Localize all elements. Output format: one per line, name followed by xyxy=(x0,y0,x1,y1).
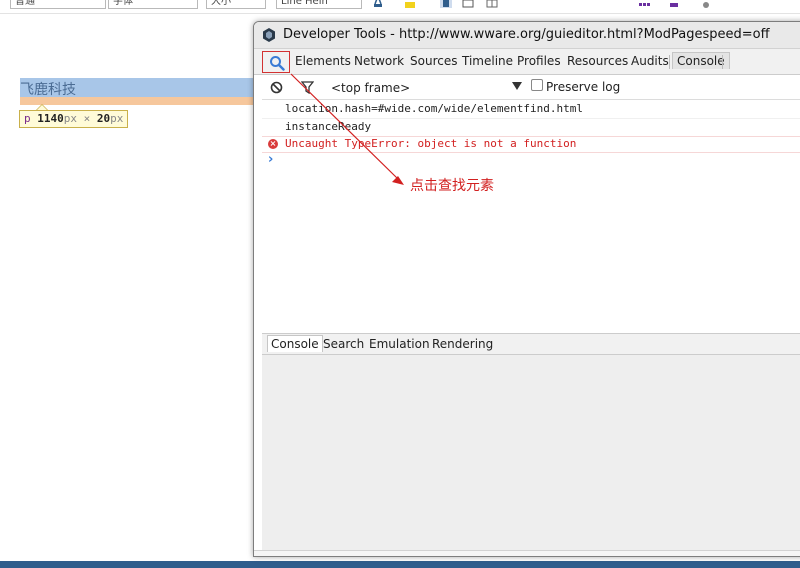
tooltip-height: 20 xyxy=(96,112,111,125)
tab-resources[interactable]: Resources xyxy=(567,54,628,68)
inspect-element-button[interactable] xyxy=(262,51,290,73)
preserve-log-checkbox[interactable] xyxy=(531,79,543,91)
tab-separator xyxy=(722,55,723,69)
row-divider xyxy=(254,118,800,119)
tab-audits[interactable]: Audits xyxy=(631,54,669,68)
taskbar-strip xyxy=(0,561,800,568)
highlight-color-icon[interactable] xyxy=(404,0,416,8)
devtools-window: Developer Tools - http://www.wware.org/g… xyxy=(253,21,800,557)
settings-icon[interactable] xyxy=(700,0,712,8)
element-dimension-tooltip: p 1140px × 20px xyxy=(19,110,129,128)
console-log-line: location.hash=#wide.com/wide/elementfind… xyxy=(285,102,584,115)
drawer-tab-bar: Console Search Emulation Rendering xyxy=(262,333,800,355)
font-select[interactable]: 字体 xyxy=(108,0,198,9)
magnifier-icon xyxy=(270,56,285,71)
tooltip-width: 1140 xyxy=(37,112,64,125)
drawer-tab-emulation[interactable]: Emulation xyxy=(369,337,430,351)
line-height-select[interactable]: Line Heih xyxy=(276,0,362,9)
grid-icon[interactable] xyxy=(486,0,498,8)
devtools-left-edge xyxy=(254,75,262,556)
console-prompt-icon[interactable]: › xyxy=(268,152,273,167)
tooltip-width-unit: px xyxy=(63,112,77,125)
component-icon[interactable] xyxy=(668,0,680,8)
devtools-titlebar[interactable]: Developer Tools - http://www.wware.org/g… xyxy=(254,22,800,49)
tab-elements[interactable]: Elements xyxy=(295,54,351,68)
row-divider xyxy=(254,152,800,153)
tooltip-tag: p xyxy=(24,112,31,125)
element-padding-overlay xyxy=(20,97,256,105)
highlighted-text[interactable]: 飞鹿科技 xyxy=(20,79,76,99)
frame-selector[interactable]: <top frame> xyxy=(331,81,410,95)
tab-console[interactable]: Console xyxy=(672,52,730,69)
format-select[interactable]: 普通 xyxy=(10,0,106,9)
devtools-bottom-border xyxy=(254,550,800,556)
apps-icon[interactable] xyxy=(638,0,650,8)
drawer-tab-rendering[interactable]: Rendering xyxy=(432,337,493,351)
tab-network[interactable]: Network xyxy=(354,54,404,68)
console-log-line: instanceReady xyxy=(285,120,372,133)
error-icon: × xyxy=(268,139,278,149)
annotation-label: 点击查找元素 xyxy=(410,178,494,194)
devtools-app-icon xyxy=(263,28,275,42)
tab-profiles[interactable]: Profiles xyxy=(517,54,561,68)
drawer-tab-search[interactable]: Search xyxy=(323,337,364,351)
tab-sources[interactable]: Sources xyxy=(410,54,457,68)
tooltip-separator: × xyxy=(83,112,91,125)
drawer-content[interactable] xyxy=(262,355,800,556)
image-icon[interactable] xyxy=(440,0,452,8)
table-icon[interactable] xyxy=(462,0,474,8)
devtools-tab-bar: Elements Network Sources Timeline Profil… xyxy=(254,49,800,75)
text-color-icon[interactable] xyxy=(372,0,384,8)
clear-console-icon[interactable] xyxy=(270,81,283,94)
editor-toolbar: 普通 字体 大小 Line Heih xyxy=(0,0,800,14)
preserve-log-label[interactable]: Preserve log xyxy=(546,80,620,94)
console-toolbar: <top frame> Preserve log xyxy=(254,75,800,100)
size-select[interactable]: 大小 xyxy=(206,0,266,9)
tab-separator xyxy=(669,55,670,69)
tooltip-height-unit: px xyxy=(110,112,124,125)
chevron-down-icon[interactable] xyxy=(512,82,522,90)
filter-icon[interactable] xyxy=(301,81,314,94)
devtools-title: Developer Tools - http://www.wware.org/g… xyxy=(283,27,770,42)
tab-timeline[interactable]: Timeline xyxy=(462,54,513,68)
console-output[interactable]: location.hash=#wide.com/wide/elementfind… xyxy=(254,100,800,332)
console-error-line[interactable]: Uncaught TypeError: object is not a func… xyxy=(285,137,576,150)
drawer-tab-console[interactable]: Console xyxy=(267,335,323,352)
